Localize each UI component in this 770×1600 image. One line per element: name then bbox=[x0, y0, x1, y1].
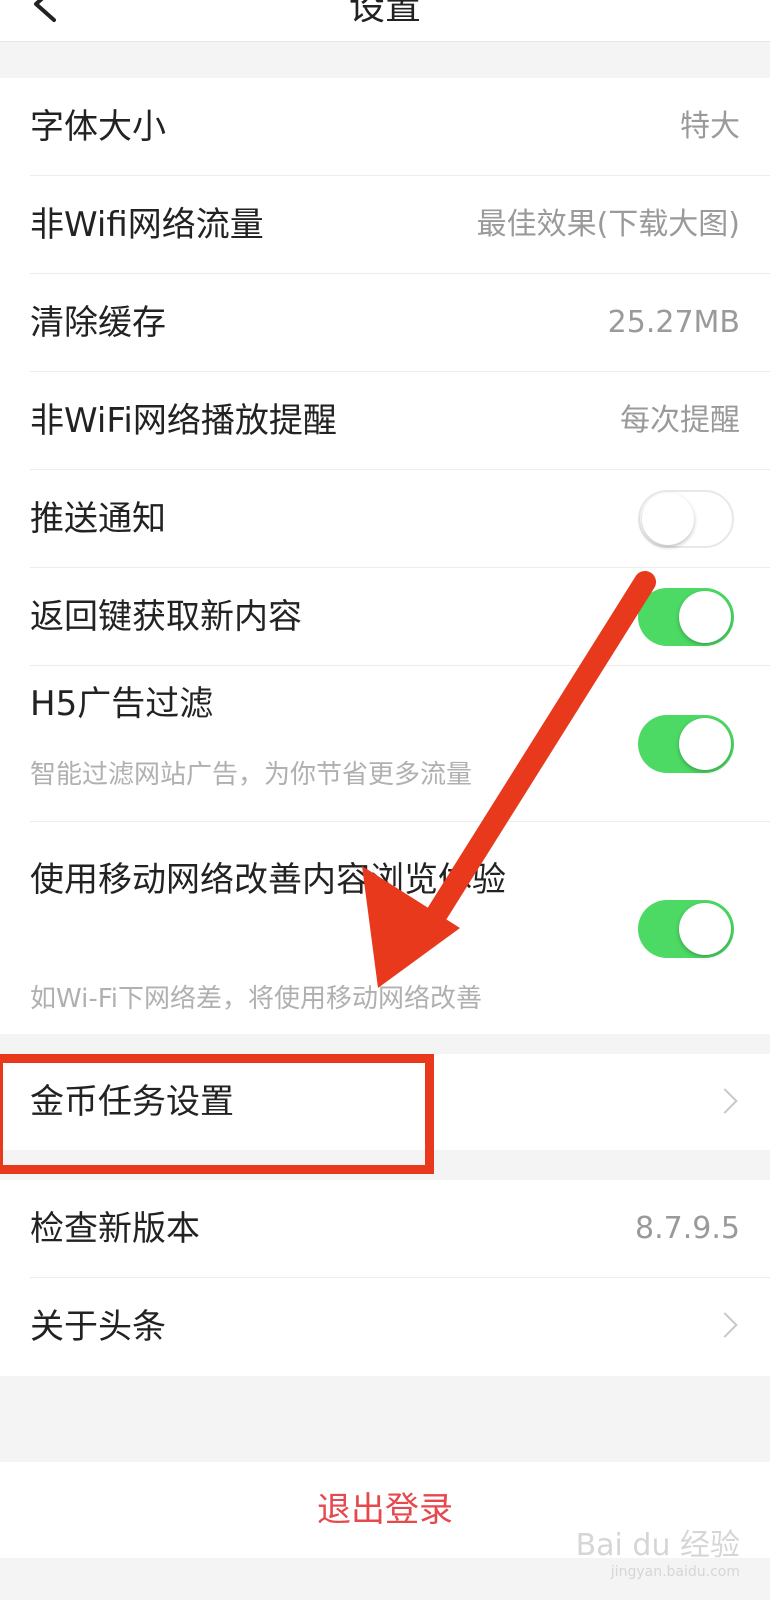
setting-push-notifications: 推送通知 bbox=[0, 470, 770, 568]
nav-bar: 设置 bbox=[0, 0, 770, 42]
mobile-network-improve-toggle[interactable] bbox=[638, 900, 734, 958]
setting-check-version[interactable]: 检查新版本 8.7.9.5 bbox=[0, 1180, 770, 1278]
setting-value: 8.7.9.5 bbox=[635, 1211, 740, 1246]
setting-label: 金币任务设置 bbox=[30, 1082, 234, 1122]
chevron-right-icon bbox=[712, 1312, 738, 1338]
setting-value: 最佳效果(下载大图) bbox=[476, 207, 740, 242]
setting-non-wifi-traffic[interactable]: 非Wifi网络流量 最佳效果(下载大图) bbox=[0, 176, 770, 274]
setting-label: 关于头条 bbox=[30, 1307, 166, 1347]
watermark-text: Bai du 经验 bbox=[575, 1528, 740, 1563]
setting-label: 字体大小 bbox=[30, 107, 166, 147]
setting-font-size[interactable]: 字体大小 特大 bbox=[0, 78, 770, 176]
setting-mobile-network-improve: 使用移动网络改善内容浏览体验 如Wi-Fi下网络差，将使用移动网络改善 bbox=[0, 822, 770, 1034]
setting-value: 25.27MB bbox=[607, 305, 740, 340]
settings-group-about: 检查新版本 8.7.9.5 关于头条 bbox=[0, 1180, 770, 1376]
setting-about[interactable]: 关于头条 bbox=[0, 1278, 770, 1376]
setting-non-wifi-play-reminder[interactable]: 非WiFi网络播放提醒 每次提醒 bbox=[0, 372, 770, 470]
setting-label: 检查新版本 bbox=[30, 1209, 200, 1249]
setting-clear-cache[interactable]: 清除缓存 25.27MB bbox=[0, 274, 770, 372]
setting-value: 每次提醒 bbox=[620, 403, 740, 438]
back-key-refresh-toggle[interactable] bbox=[638, 588, 734, 646]
setting-label: 非WiFi网络播放提醒 bbox=[30, 401, 337, 441]
setting-label: 返回键获取新内容 bbox=[30, 597, 302, 637]
setting-label: 使用移动网络改善内容浏览体验 bbox=[30, 860, 506, 900]
setting-label: H5广告过滤 bbox=[30, 684, 214, 724]
setting-label: 推送通知 bbox=[30, 499, 166, 539]
setting-label: 非Wifi网络流量 bbox=[30, 205, 264, 245]
setting-back-key-refresh: 返回键获取新内容 bbox=[0, 568, 770, 666]
push-notifications-toggle[interactable] bbox=[638, 490, 734, 548]
setting-value: 特大 bbox=[680, 109, 740, 144]
watermark: Bai du 经验 jingyan.baidu.com bbox=[576, 1520, 740, 1580]
setting-h5-ad-filter: H5广告过滤 智能过滤网站广告，为你节省更多流量 bbox=[0, 666, 770, 822]
h5-ad-filter-toggle[interactable] bbox=[638, 715, 734, 773]
page-title: 设置 bbox=[348, 0, 421, 28]
settings-group-general: 字体大小 特大 非Wifi网络流量 最佳效果(下载大图) 清除缓存 25.27M… bbox=[0, 78, 770, 1034]
chevron-right-icon bbox=[712, 1088, 738, 1114]
setting-coin-task-settings[interactable]: 金币任务设置 bbox=[0, 1054, 770, 1150]
watermark-sub: jingyan.baidu.com bbox=[610, 1564, 740, 1580]
setting-description: 如Wi-Fi下网络差，将使用移动网络改善 bbox=[30, 984, 483, 1014]
setting-description: 智能过滤网站广告，为你节省更多流量 bbox=[30, 760, 473, 790]
settings-group-coin: 金币任务设置 bbox=[0, 1054, 770, 1150]
setting-label: 清除缓存 bbox=[30, 303, 166, 343]
